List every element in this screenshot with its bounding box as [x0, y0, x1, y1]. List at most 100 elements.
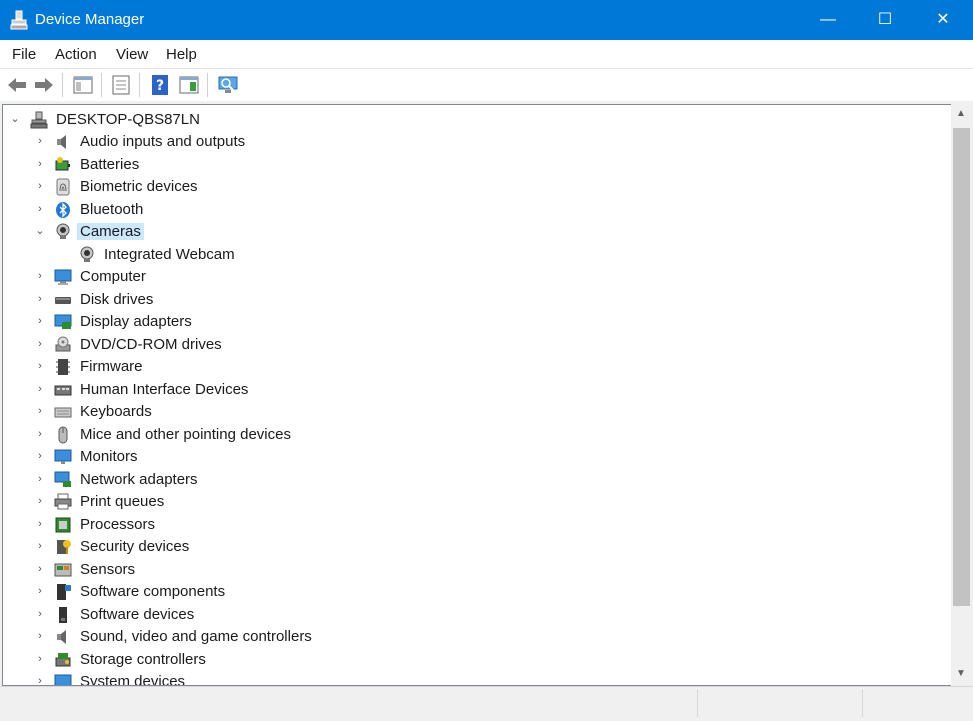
expand-chevron-icon[interactable]: ›: [34, 674, 46, 685]
tree-item-label: Sensors: [80, 561, 136, 578]
expand-chevron-icon[interactable]: ›: [34, 427, 46, 441]
properties-icon[interactable]: [110, 74, 132, 96]
scan-hardware-changes-icon[interactable]: [217, 74, 239, 96]
expand-chevron-icon[interactable]: ›: [34, 134, 46, 148]
tree-item-security-devices[interactable]: › Security devices: [3, 536, 943, 558]
tree-item-system-devices[interactable]: › System devices: [3, 671, 943, 685]
expand-chevron-icon[interactable]: ›: [34, 292, 46, 306]
tree-item-sound-video-and-game-controllers[interactable]: › Sound, video and game controllers: [3, 626, 943, 648]
tree-item-label: Cameras: [77, 223, 144, 240]
expand-chevron-icon[interactable]: ›: [34, 539, 46, 553]
dvd-drive-icon: [55, 336, 71, 352]
scrollbar-thumb[interactable]: [953, 128, 970, 606]
tree-child-integrated-webcam[interactable]: Integrated Webcam: [3, 244, 943, 266]
network-adapter-icon: [54, 471, 71, 487]
tree-item-print-queues[interactable]: › Print queues: [3, 491, 943, 513]
fingerprint-icon: [56, 178, 70, 196]
expand-chevron-icon[interactable]: ›: [34, 337, 46, 351]
close-button[interactable]: ✕: [920, 0, 966, 40]
expand-chevron-icon[interactable]: ›: [34, 202, 46, 216]
tree-item-biometric-devices[interactable]: › Biometric devices: [3, 176, 943, 198]
tree-child-label: Integrated Webcam: [104, 246, 235, 263]
tree-item-processors[interactable]: › Processors: [3, 514, 943, 536]
keyboard-icon: [54, 407, 72, 418]
tree-item-label: Software devices: [80, 606, 195, 623]
expand-chevron-icon[interactable]: ›: [34, 629, 46, 643]
status-pane: [697, 689, 698, 717]
tree-item-software-components[interactable]: › Software components: [3, 581, 943, 603]
tree-item-human-interface-devices[interactable]: › Human Interface Devices: [3, 379, 943, 401]
help-icon[interactable]: ?: [149, 74, 171, 96]
tree-item-label: Mice and other pointing devices: [80, 426, 291, 443]
expand-chevron-icon[interactable]: ›: [34, 359, 46, 373]
tree-item-batteries[interactable]: › Batteries: [3, 154, 943, 176]
menu-file[interactable]: File: [12, 46, 36, 63]
scroll-down-arrow-icon[interactable]: ▼: [951, 664, 971, 684]
expand-chevron-icon[interactable]: ›: [34, 269, 46, 283]
tree-item-label: Storage controllers: [80, 651, 206, 668]
expand-chevron-icon[interactable]: ›: [34, 314, 46, 328]
menu-action[interactable]: Action: [55, 46, 97, 63]
software-component-icon: [57, 584, 71, 600]
bluetooth-icon: [56, 202, 70, 218]
maximize-button[interactable]: ☐: [862, 0, 908, 40]
tree-item-bluetooth[interactable]: › Bluetooth: [3, 199, 943, 221]
vertical-scrollbar[interactable]: ▲ ▼: [951, 104, 971, 686]
tree-item-monitors[interactable]: › Monitors: [3, 446, 943, 468]
tree-item-sensors[interactable]: › Sensors: [3, 559, 943, 581]
expand-chevron-icon[interactable]: ›: [34, 472, 46, 486]
expand-chevron-icon[interactable]: ›: [34, 584, 46, 598]
sound-controller-icon: [57, 630, 66, 644]
tree-item-label: Sound, video and game controllers: [80, 628, 312, 645]
tree-item-dvd-cd-rom-drives[interactable]: › DVD/CD-ROM drives: [3, 334, 943, 356]
tree-item-keyboards[interactable]: › Keyboards: [3, 401, 943, 423]
storage-controller-icon: [55, 653, 71, 667]
forward-arrow-icon[interactable]: [33, 74, 55, 96]
tree-item-storage-controllers[interactable]: › Storage controllers: [3, 649, 943, 671]
firmware-icon: [56, 359, 70, 375]
tree-item-label: Biometric devices: [80, 178, 198, 195]
device-manager-icon: [10, 10, 28, 30]
computer-icon: [54, 269, 72, 285]
tree-item-firmware[interactable]: › Firmware: [3, 356, 943, 378]
show-hide-console-tree-icon[interactable]: [72, 74, 94, 96]
expand-chevron-icon[interactable]: ›: [34, 449, 46, 463]
sensor-icon: [54, 563, 72, 577]
computer-root-icon: [30, 111, 48, 129]
minimize-button[interactable]: —: [805, 0, 851, 40]
tree-root[interactable]: ⌄ DESKTOP-QBS87LN: [3, 109, 943, 131]
expand-chevron-icon[interactable]: ›: [34, 607, 46, 621]
expand-chevron-icon[interactable]: ›: [34, 562, 46, 576]
expand-chevron-icon[interactable]: ›: [34, 517, 46, 531]
expand-chevron-icon[interactable]: ›: [34, 179, 46, 193]
tree-item-label: DVD/CD-ROM drives: [80, 336, 222, 353]
tree-item-network-adapters[interactable]: › Network adapters: [3, 469, 943, 491]
tree-item-disk-drives[interactable]: › Disk drives: [3, 289, 943, 311]
tree-item-software-devices[interactable]: › Software devices: [3, 604, 943, 626]
collapse-chevron-icon[interactable]: ⌄: [34, 224, 46, 238]
action-pane-icon[interactable]: [178, 74, 200, 96]
menu-view[interactable]: View: [116, 46, 148, 63]
tree-item-display-adapters[interactable]: › Display adapters: [3, 311, 943, 333]
mouse-icon: [58, 426, 68, 444]
expand-chevron-icon[interactable]: ›: [34, 652, 46, 666]
back-arrow-icon[interactable]: [6, 74, 28, 96]
tree-item-mice-and-other-pointing-devices[interactable]: › Mice and other pointing devices: [3, 424, 943, 446]
expand-chevron-icon[interactable]: ›: [34, 157, 46, 171]
expand-chevron-icon[interactable]: ›: [34, 404, 46, 418]
device-tree[interactable]: ⌄ DESKTOP-QBS87LN › Audio inputs and outp…: [2, 104, 953, 686]
root-label: DESKTOP-QBS87LN: [56, 111, 200, 128]
scroll-up-arrow-icon[interactable]: ▲: [951, 104, 971, 124]
expand-chevron-icon[interactable]: ›: [34, 494, 46, 508]
printer-icon: [54, 493, 72, 510]
expand-chevron-icon[interactable]: ›: [34, 382, 46, 396]
menu-help[interactable]: Help: [166, 46, 197, 63]
collapse-chevron-icon[interactable]: ⌄: [9, 112, 21, 126]
tree-item-label: Firmware: [80, 358, 143, 375]
disk-drive-icon: [55, 297, 71, 304]
tree-item-cameras[interactable]: ⌄ Cameras: [3, 221, 943, 243]
tree-item-computer[interactable]: › Computer: [3, 266, 943, 288]
tree-item-label: Display adapters: [80, 313, 192, 330]
tree-item-audio-inputs-and-outputs[interactable]: › Audio inputs and outputs: [3, 131, 943, 153]
tree-item-label: Keyboards: [80, 403, 152, 420]
